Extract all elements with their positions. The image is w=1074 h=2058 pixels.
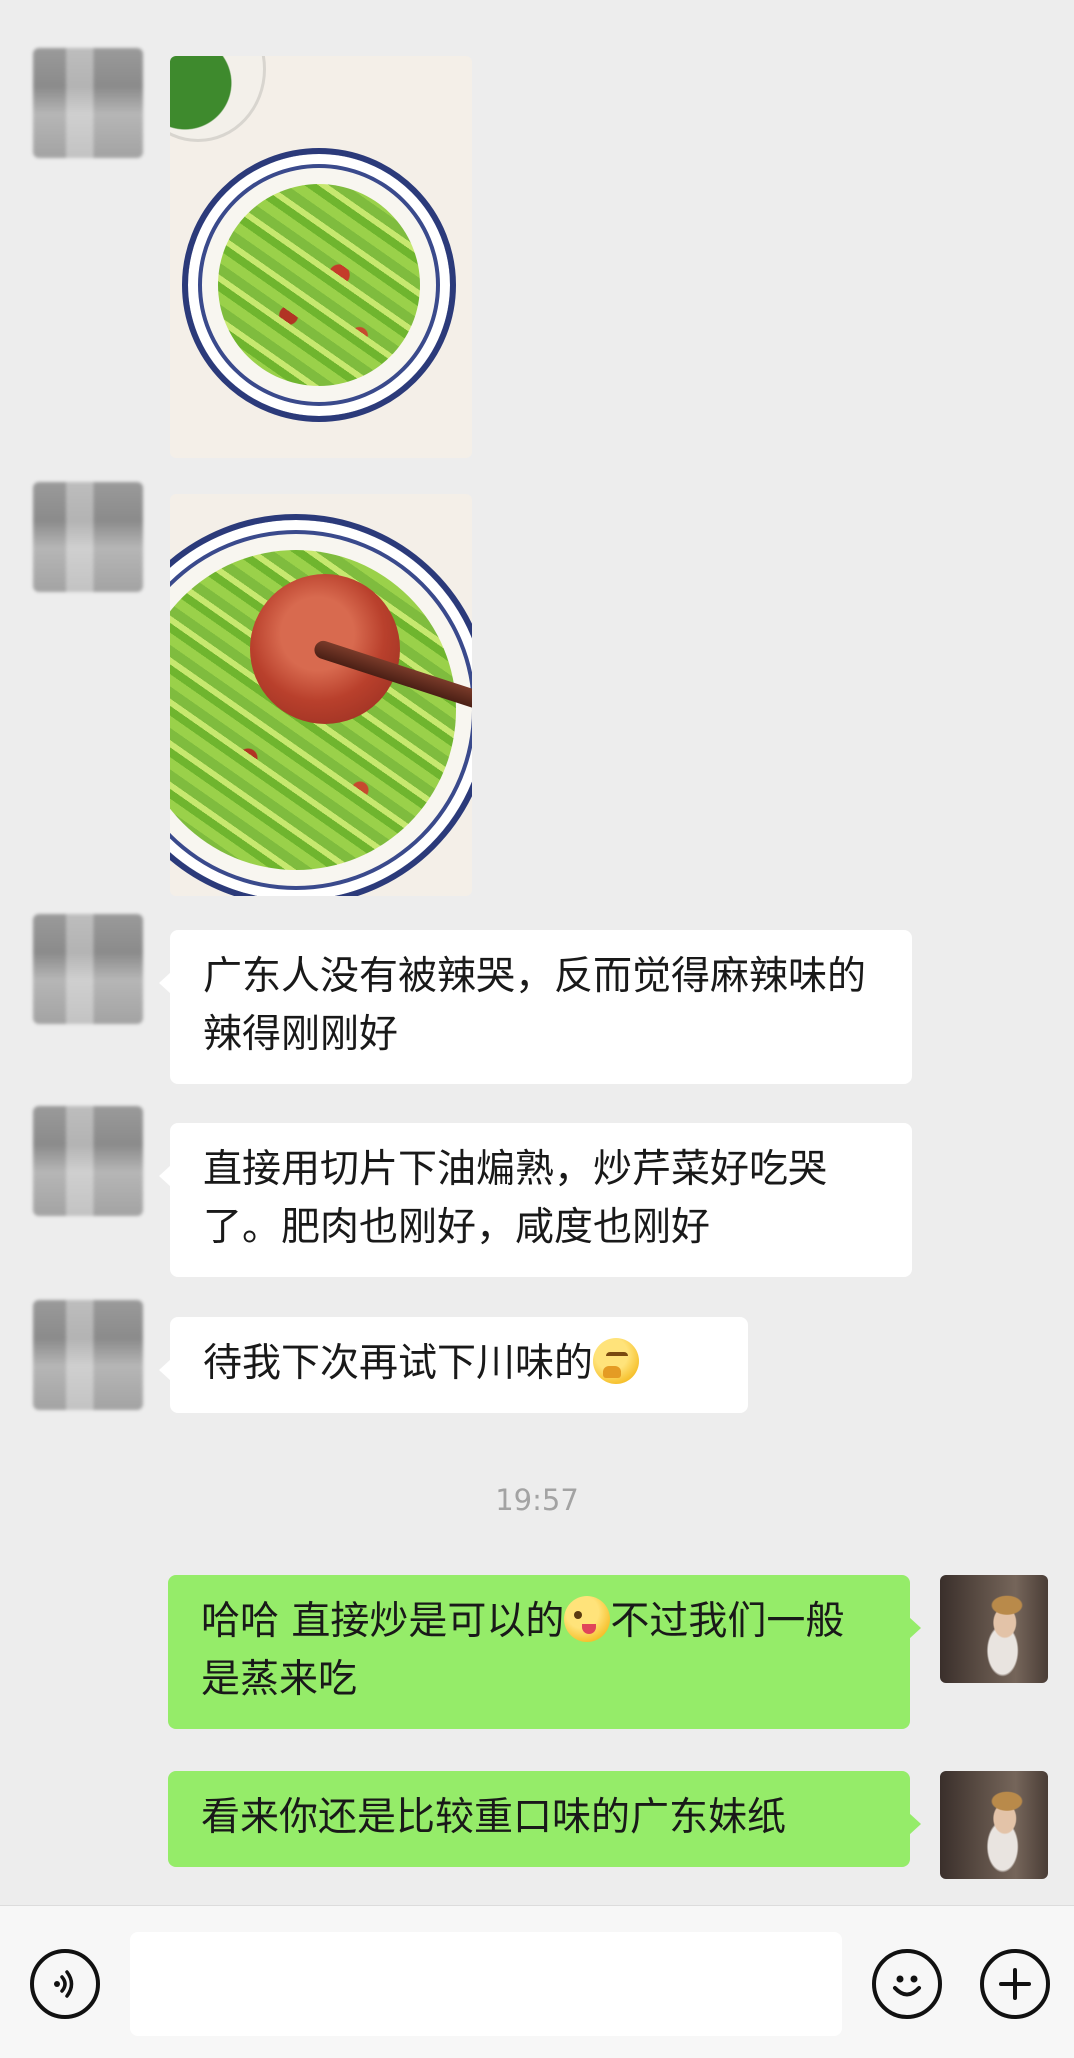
emoji-icon — [893, 1975, 921, 1997]
message-input[interactable] — [130, 1932, 842, 2036]
bubble-tail — [159, 972, 171, 994]
message-bubble[interactable]: 广东人没有被辣哭，反而觉得麻辣味的辣得刚刚好 — [159, 930, 912, 1084]
timestamp: 19:57 — [495, 1483, 579, 1517]
message-text: 看来你还是比较重口味的广东妹纸 — [201, 1795, 787, 1840]
emoji-button[interactable] — [872, 1949, 942, 2019]
contact-avatar[interactable] — [33, 48, 143, 158]
message-bubble-sent[interactable]: 看来你还是比较重口味的广东妹纸 — [168, 1771, 921, 1867]
bubble-tail — [909, 1617, 921, 1639]
message-bubble-sent[interactable]: 哈哈 直接炒是可以的 不过我们一般是蒸来吃 — [168, 1575, 921, 1729]
input-bar — [0, 1905, 1074, 2058]
image-message[interactable] — [170, 494, 472, 896]
contact-avatar[interactable] — [33, 1300, 143, 1410]
celery-dish — [218, 184, 420, 386]
plus-icon — [999, 1968, 1031, 2000]
message-text: 直接用切片下油煸熟，炒芹菜好吃哭了。肥肉也刚好，咸度也刚好 — [203, 1147, 828, 1250]
message-text: 广东人没有被辣哭，反而觉得麻辣味的辣得刚刚好 — [203, 954, 867, 1057]
bubble-tail — [909, 1813, 921, 1835]
message-bubble[interactable]: 直接用切片下油煸熟，炒芹菜好吃哭了。肥肉也刚好，咸度也刚好 — [159, 1123, 912, 1277]
voice-icon — [54, 1970, 74, 1998]
contact-avatar[interactable] — [33, 1106, 143, 1216]
message-text: 待我下次再试下川味的 — [203, 1341, 594, 1386]
message-bubble[interactable]: 待我下次再试下川味的 — [159, 1317, 748, 1413]
winking-tongue-emoji — [564, 1596, 611, 1642]
voice-button[interactable] — [30, 1949, 100, 2019]
self-avatar[interactable] — [940, 1575, 1048, 1683]
image-message[interactable] — [170, 56, 472, 458]
self-avatar[interactable] — [940, 1771, 1048, 1879]
bubble-tail — [159, 1165, 171, 1187]
contact-avatar[interactable] — [33, 482, 143, 592]
message-text: 哈哈 直接炒是可以的 — [201, 1599, 565, 1644]
contact-avatar[interactable] — [33, 914, 143, 1024]
bubble-tail — [159, 1359, 171, 1381]
plus-button[interactable] — [980, 1949, 1050, 2019]
side-bowl — [170, 56, 266, 142]
chat-area[interactable]: 广东人没有被辣哭，反而觉得麻辣味的辣得刚刚好 直接用切片下油煸熟，炒芹菜好吃哭了… — [0, 0, 1074, 1905]
plate — [182, 148, 456, 422]
thinking-face-emoji — [593, 1338, 640, 1384]
